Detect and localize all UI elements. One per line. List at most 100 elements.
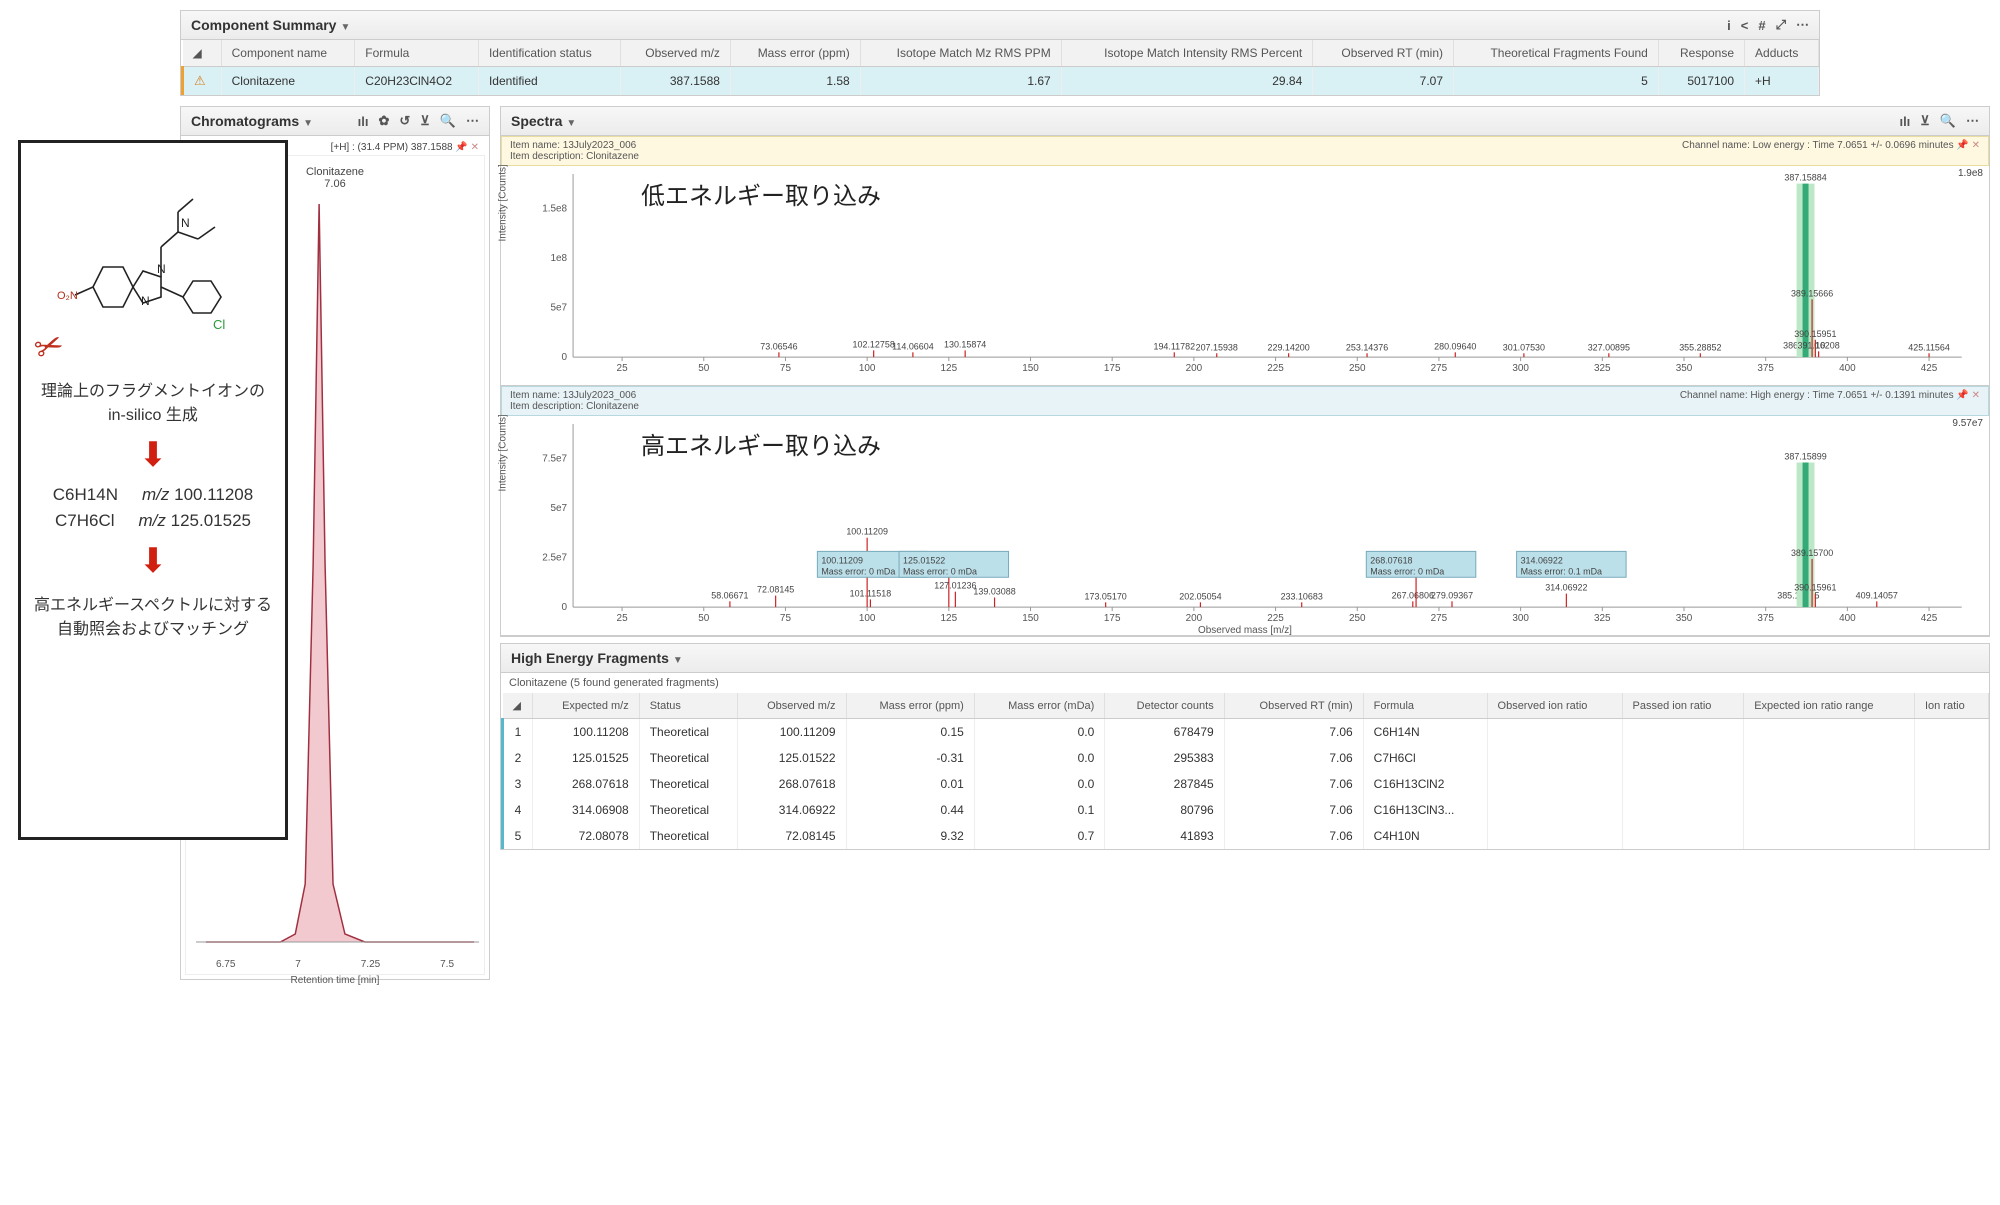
overlay-frag-1: C6H14N m/z 100.11208 [31,485,275,505]
col-mass-err[interactable]: Mass error (ppm) [730,40,860,67]
zoom-icon[interactable]: 🔍 [440,113,456,129]
table-row[interactable]: 3268.07618Theoretical268.076180.010.0287… [503,771,1989,797]
expand-icon[interactable]: ⤢ [1776,17,1786,33]
more-icon[interactable]: ⋯ [1966,113,1979,129]
svg-text:73.06546: 73.06546 [760,341,797,351]
svg-text:350: 350 [1676,363,1693,374]
col-frags[interactable]: Theoretical Fragments Found [1454,40,1659,67]
col-name[interactable]: Component name [221,40,355,67]
spectra-title[interactable]: Spectra▼ [511,113,576,129]
svg-text:125: 125 [941,363,958,374]
svg-text:275: 275 [1431,613,1448,624]
hef-col-formula[interactable]: Formula [1363,693,1487,719]
cell-mass-err: 1.58 [730,67,860,96]
svg-text:127.01236: 127.01236 [934,581,976,591]
hef-col-status[interactable]: Status [639,693,737,719]
reset-icon[interactable]: ↺ [399,113,410,129]
chart-icon[interactable]: ⊻ [420,113,430,129]
hef-col-mda[interactable]: Mass error (mDa) [974,693,1105,719]
table-row[interactable]: ⚠ Clonitazene C20H23ClN4O2 Identified 38… [183,67,1819,96]
hef-col-oir[interactable]: Observed ion ratio [1487,693,1622,719]
svg-text:391.16208: 391.16208 [1797,340,1839,350]
table-row[interactable]: 572.08078Theoretical72.081459.320.741893… [503,823,1989,849]
chromatograms-title[interactable]: Chromatograms▼ [191,113,313,129]
col-adducts[interactable]: Adducts [1745,40,1819,67]
col-response[interactable]: Response [1658,40,1744,67]
hef-col-flag[interactable]: ◢ [503,693,533,719]
component-summary-header: Component Summary▼ i < # ⤢ ⋯ [181,11,1819,40]
svg-text:390.15951: 390.15951 [1794,329,1836,339]
hef-col-eirr[interactable]: Expected ion ratio range [1744,693,1915,719]
table-row[interactable]: 2125.01525Theoretical125.01522-0.310.029… [503,745,1989,771]
svg-text:200: 200 [1186,363,1203,374]
cell-obs-mz: 387.1588 [621,67,731,96]
hef-subtitle: Clonitazene (5 found generated fragments… [501,673,1989,693]
spectra-toolbar: ılı ⊻ 🔍 ⋯ [1899,113,1979,129]
svg-text:280.09640: 280.09640 [1434,341,1476,351]
svg-text:314.06922: 314.06922 [1521,555,1563,565]
svg-text:400: 400 [1839,613,1856,624]
high-energy-spectrum-plot[interactable]: 9.57e7 高エネルギー取り込み Intensity [Counts] 255… [501,416,1989,636]
chart-icon[interactable]: ⊻ [1920,113,1930,129]
cell-rt: 7.07 [1313,67,1454,96]
svg-text:325: 325 [1594,363,1611,374]
svg-text:5e7: 5e7 [551,503,568,514]
pin-icon[interactable]: 📌 ✕ [1956,140,1980,151]
low-energy-spectrum-plot[interactable]: 1.9e8 低エネルギー取り込み Intensity [Counts] 2550… [501,166,1989,386]
high-overlay-label: 高エネルギー取り込み [641,426,881,461]
component-summary-title[interactable]: Component Summary▼ [191,17,350,33]
hef-col-exp[interactable]: Expected m/z [533,693,640,719]
hef-col-obs[interactable]: Observed m/z [737,693,846,719]
hef-col-rt[interactable]: Observed RT (min) [1224,693,1363,719]
svg-text:125: 125 [941,613,958,624]
caret-down-icon: ▼ [303,118,313,129]
tune-icon[interactable]: ılı [1899,114,1910,129]
hef-col-ir[interactable]: Ion ratio [1914,693,1988,719]
component-summary-toolbar: i < # ⤢ ⋯ [1727,17,1809,33]
info-icon[interactable]: i [1727,18,1731,33]
col-obs-mz[interactable]: Observed m/z [621,40,731,67]
svg-text:N: N [141,294,150,308]
zoom-icon[interactable]: 🔍 [1940,113,1956,129]
pin-icon[interactable]: 📌 ✕ [1956,390,1980,401]
svg-text:7.5e7: 7.5e7 [542,454,567,465]
svg-text:425: 425 [1921,363,1938,374]
table-row[interactable]: 1100.11208Theoretical100.112090.150.0678… [503,719,1989,746]
hef-col-ppm[interactable]: Mass error (ppm) [846,693,974,719]
low-ymax: 1.9e8 [1958,168,1983,179]
svg-text:Mass error: 0.1 mDa: Mass error: 0.1 mDa [1521,566,1602,576]
hef-title[interactable]: High Energy Fragments▼ [511,650,683,666]
share-icon[interactable]: < [1741,18,1749,33]
low-energy-meta: Item name: 13July2023_006Item descriptio… [501,136,1989,166]
hash-icon[interactable]: # [1758,18,1765,33]
svg-text:350: 350 [1676,613,1693,624]
col-rt[interactable]: Observed RT (min) [1313,40,1454,67]
table-row[interactable]: 4314.06908Theoretical314.069220.440.1807… [503,797,1989,823]
pin-icon[interactable]: 📌 ✕ [455,142,479,153]
component-summary-panel: Component Summary▼ i < # ⤢ ⋯ ◢ Component… [180,10,1820,96]
svg-text:25: 25 [617,613,629,624]
more-icon[interactable]: ⋯ [1796,17,1809,33]
svg-text:325: 325 [1594,613,1611,624]
svg-text:0: 0 [562,352,568,363]
hef-col-pir[interactable]: Passed ion ratio [1622,693,1744,719]
overlay-text-4: 自動照会およびマッチング [31,615,275,639]
more-icon[interactable]: ⋯ [466,113,479,129]
col-flag[interactable]: ◢ [183,40,222,67]
tune-icon[interactable]: ılı [358,114,369,129]
col-status[interactable]: Identification status [478,40,620,67]
insilico-overlay: ✂ N N N O₂N Cl 理論上のフラグメントイオンの in- [18,140,288,840]
svg-text:150: 150 [1022,363,1039,374]
cell-formula: C20H23ClN4O2 [355,67,479,96]
high-energy-meta: Item name: 13July2023_006Item descriptio… [501,386,1989,416]
gear-icon[interactable]: ✿ [378,113,389,129]
col-iso-mz[interactable]: Isotope Match Mz RMS PPM [860,40,1061,67]
svg-text:114.06604: 114.06604 [892,341,934,351]
col-iso-int[interactable]: Isotope Match Intensity RMS Percent [1061,40,1313,67]
svg-text:173.05170: 173.05170 [1085,591,1127,601]
cell-name: Clonitazene [221,67,355,96]
col-formula[interactable]: Formula [355,40,479,67]
hef-col-counts[interactable]: Detector counts [1105,693,1224,719]
svg-text:Mass error: 0 mDa: Mass error: 0 mDa [1370,566,1444,576]
svg-text:250: 250 [1349,613,1366,624]
